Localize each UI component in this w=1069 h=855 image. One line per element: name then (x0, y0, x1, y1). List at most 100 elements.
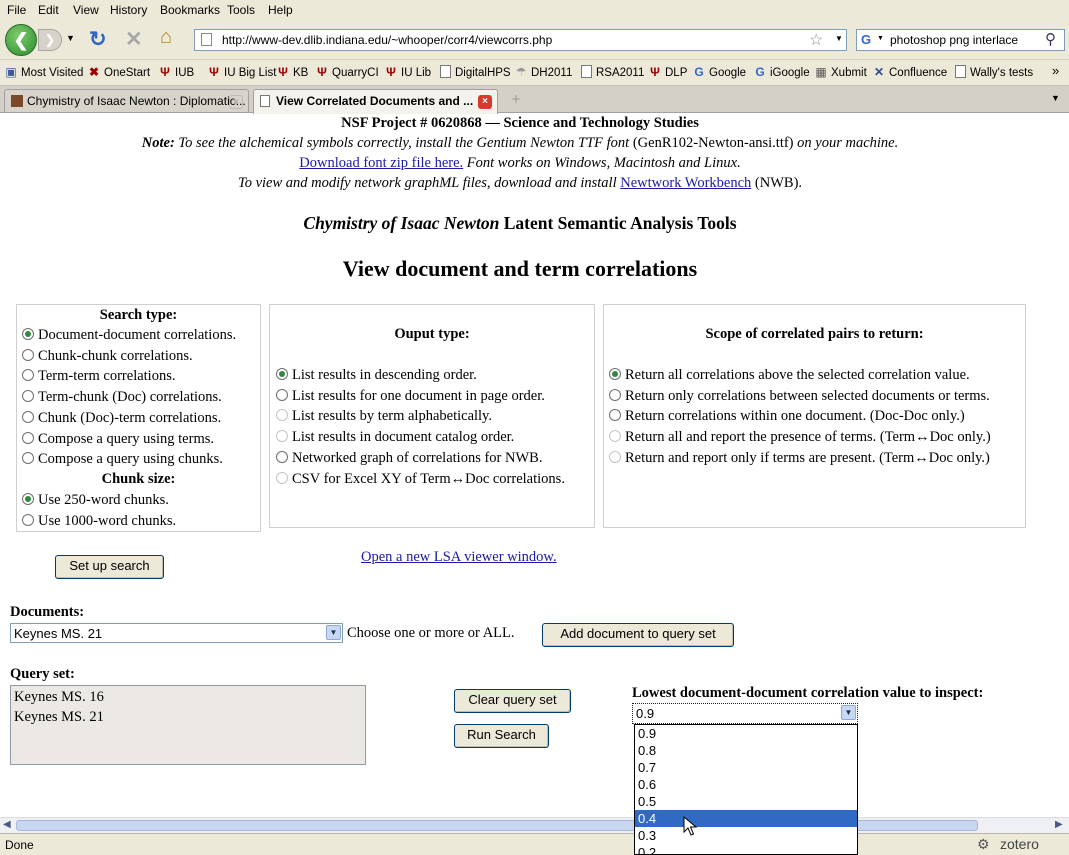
menu-bookmarks[interactable]: Bookmarks (160, 3, 220, 17)
google-icon[interactable]: G (861, 32, 871, 47)
web-search-box[interactable]: G ▼ photoshop png interlace ⚲ (856, 29, 1065, 51)
run-search-button[interactable]: Run Search (454, 724, 549, 748)
bookmark-dh2011[interactable]: ☂ DH2011 (514, 65, 573, 79)
radio-query-chunks[interactable]: Compose a query using chunks. (22, 451, 223, 468)
bookmark-confluence[interactable]: ✕ Confluence (872, 65, 947, 79)
list-item[interactable]: Keynes MS. 16 (14, 689, 104, 706)
bookmark-digitalhps[interactable]: DigitalHPS (440, 65, 511, 79)
radio-chunk-1000[interactable]: Use 1000-word chunks. (22, 513, 176, 530)
dropdown-option[interactable]: 0.2 (635, 844, 857, 854)
bookmark-igoogle[interactable]: GiGoogle (753, 65, 809, 79)
font-note: Note: To see the alchemical symbols corr… (141, 135, 899, 151)
correlation-select[interactable]: 0.9 ▼ (632, 703, 858, 724)
radio-query-terms[interactable]: Compose a query using terms. (22, 431, 214, 448)
bookmark-kb[interactable]: Ψ KB (276, 65, 308, 79)
history-dropdown-icon[interactable]: ▼ (66, 33, 75, 43)
new-lsa-viewer-link[interactable]: Open a new LSA viewer window. (361, 549, 557, 566)
bookmark-google[interactable]: G Google (692, 65, 746, 79)
tab-view-correlated[interactable]: View Correlated Documents and ... × (253, 89, 498, 114)
radio-alphabetical[interactable]: List results by term alphabetically. (276, 408, 492, 425)
clear-query-set-button[interactable]: Clear query set (454, 689, 571, 713)
radio-chunk-chunk[interactable]: Chunk-chunk correlations. (22, 348, 193, 365)
bookmarks-overflow-icon[interactable]: » (1052, 63, 1059, 78)
bookmark-iu-big-list[interactable]: Ψ IU Big List (207, 65, 276, 79)
url-dropdown-icon[interactable]: ▼ (835, 34, 843, 43)
back-button[interactable]: ❮ (5, 24, 37, 56)
radio-csv-excel[interactable]: CSV for Excel XY of Term↔Doc correlation… (276, 471, 565, 488)
radio-chunk-term[interactable]: Chunk (Doc)-term correlations. (22, 410, 221, 427)
engine-dropdown-icon[interactable]: ▼ (877, 35, 884, 42)
bookmark-dlp[interactable]: Ψ DLP (648, 65, 687, 79)
radio-term-chunk[interactable]: Term-chunk (Doc) correlations. (22, 389, 222, 406)
bookmark-quarryci[interactable]: Ψ QuarryCI (315, 65, 379, 79)
radio-disabled-icon (609, 430, 621, 442)
forward-button[interactable]: ❯ (38, 29, 62, 51)
iu-trident-icon: Ψ (317, 65, 327, 79)
stop-icon[interactable]: ✕ (125, 27, 143, 52)
bookmark-star-icon[interactable]: ☆ (809, 30, 823, 50)
radio-report-presence[interactable]: Return all and report the presence of te… (609, 429, 991, 446)
reload-icon[interactable]: ↻ (89, 27, 107, 52)
query-set-list[interactable]: Keynes MS. 16 Keynes MS. 21 (10, 685, 366, 765)
dropdown-option-highlighted[interactable]: 0.4 (635, 810, 857, 827)
radio-page-order[interactable]: List results for one document in page or… (276, 388, 545, 405)
bookmark-most-visited[interactable]: ▣ Most Visited (4, 65, 83, 79)
radio-doc-doc[interactable]: Document-document correlations. (22, 327, 236, 344)
tab-close-icon[interactable]: × (478, 95, 492, 109)
scroll-right-icon[interactable]: ▶ (1055, 819, 1063, 830)
dropdown-option[interactable]: 0.6 (635, 776, 857, 793)
tab-list-dropdown-icon[interactable]: ▼ (1051, 93, 1060, 103)
setup-search-button[interactable]: Set up search (55, 555, 164, 579)
radio-all-above[interactable]: Return all correlations above the select… (609, 367, 970, 384)
radio-within-document[interactable]: Return correlations within one document.… (609, 408, 965, 425)
scroll-left-icon[interactable]: ◀ (3, 819, 11, 830)
menu-help[interactable]: Help (268, 3, 293, 17)
download-font-link[interactable]: Download font zip file here. (299, 155, 463, 171)
add-document-button[interactable]: Add document to query set (542, 623, 734, 647)
radio-icon (22, 432, 34, 444)
tab-close-icon[interactable]: × (229, 95, 243, 109)
menu-file[interactable]: File (7, 3, 26, 17)
bookmark-xubmit[interactable]: ▦ Xubmit (814, 65, 866, 79)
bookmark-iu-lib[interactable]: Ψ IU Lib (384, 65, 431, 79)
chevron-down-icon[interactable]: ▼ (841, 705, 856, 720)
radio-term-term[interactable]: Term-term correlations. (22, 368, 175, 385)
chevron-down-icon[interactable]: ▼ (326, 625, 341, 640)
menu-view[interactable]: View (73, 3, 99, 17)
bookmark-wallys-tests[interactable]: Wally's tests (955, 65, 1033, 79)
radio-between-selected[interactable]: Return only correlations between selecte… (609, 388, 990, 405)
horizontal-scrollbar[interactable]: ◀ ▶ (0, 817, 1069, 833)
search-icon[interactable]: ⚲ (1045, 30, 1056, 48)
download-line: Download font zip file here. Font works … (299, 155, 741, 171)
dropdown-option[interactable]: 0.9 (635, 725, 857, 742)
bookmark-onestart[interactable]: ✖ OneStart (87, 65, 150, 79)
bookmark-rsa2011[interactable]: RSA2011 (581, 65, 644, 79)
radio-nwb-graph[interactable]: Networked graph of correlations for NWB. (276, 450, 542, 467)
page-icon (440, 65, 451, 78)
documents-select[interactable]: Keynes MS. 21 ▼ (10, 623, 343, 643)
iu-trident-icon: Ψ (278, 65, 288, 79)
new-tab-button[interactable]: + (503, 91, 529, 111)
menu-history[interactable]: History (110, 3, 147, 17)
list-item[interactable]: Keynes MS. 21 (14, 709, 104, 726)
addon-gear-icon[interactable]: ⚙ (977, 836, 990, 853)
home-icon[interactable]: ⌂ (160, 26, 172, 49)
url-bar[interactable]: http://www-dev.dlib.indiana.edu/~whooper… (194, 29, 847, 51)
dropdown-option[interactable]: 0.5 (635, 793, 857, 810)
radio-catalog-order[interactable]: List results in document catalog order. (276, 429, 514, 446)
zotero-button[interactable]: zotero (1000, 836, 1039, 852)
nwb-link[interactable]: Newtwork Workbench (620, 175, 751, 191)
bookmark-iub[interactable]: Ψ IUB (158, 65, 194, 79)
dropdown-option[interactable]: 0.3 (635, 827, 857, 844)
menu-tools[interactable]: Tools (227, 3, 255, 17)
dropdown-option[interactable]: 0.7 (635, 759, 857, 776)
correlation-dropdown-list[interactable]: 0.9 0.8 0.7 0.6 0.5 0.4 0.3 0.2 (634, 724, 858, 855)
radio-descending[interactable]: List results in descending order. (276, 367, 477, 384)
radio-only-if-present[interactable]: Return and report only if terms are pres… (609, 450, 990, 467)
radio-chunk-250[interactable]: Use 250-word chunks. (22, 492, 169, 509)
tab-label: Chymistry of Isaac Newton : Diplomatic..… (27, 94, 246, 108)
dropdown-option[interactable]: 0.8 (635, 742, 857, 759)
radio-icon (22, 349, 34, 361)
tab-chymistry-diplomatic[interactable]: Chymistry of Isaac Newton : Diplomatic..… (4, 89, 249, 112)
menu-edit[interactable]: Edit (38, 3, 59, 17)
